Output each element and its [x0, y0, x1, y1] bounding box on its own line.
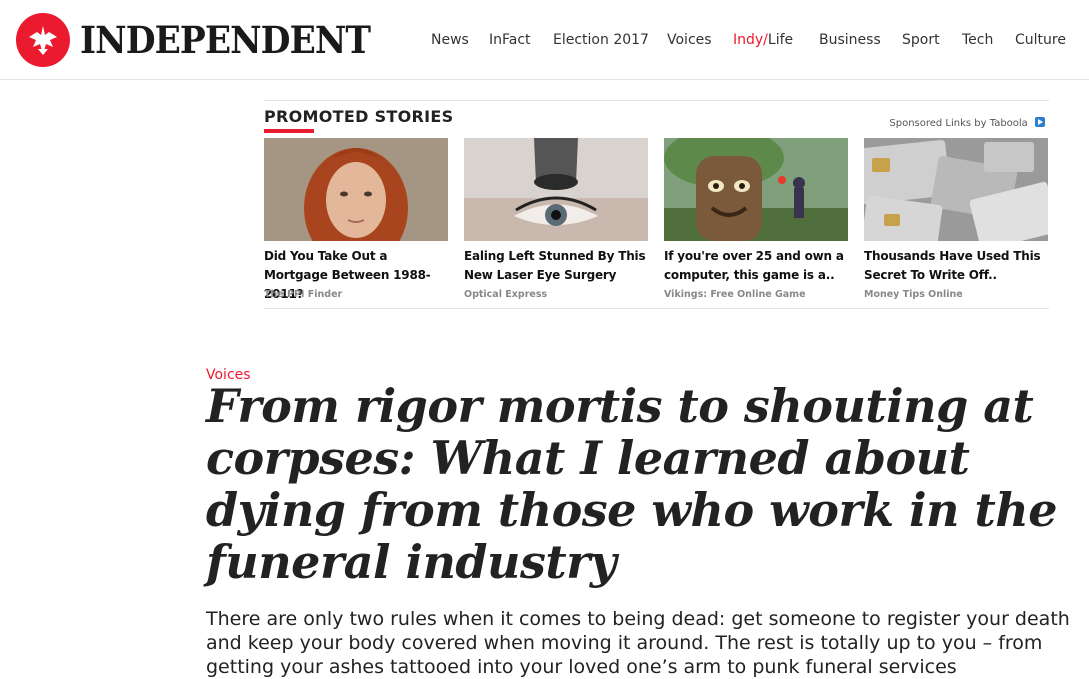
promoted-card[interactable]: Did You Take Out a Mortgage Between 1988…: [264, 138, 448, 303]
card-thumbnail-tree[interactable]: [664, 138, 848, 241]
eagle-icon[interactable]: [16, 13, 70, 67]
card-headline[interactable]: If you're over 25 and own a computer, th…: [664, 247, 852, 285]
nav-sport[interactable]: Sport: [902, 30, 940, 50]
card-thumbnail-credit-cards[interactable]: [864, 138, 1048, 241]
sponsored-label: Sponsored Links by Taboola: [889, 118, 1028, 129]
nav-voices[interactable]: Voices: [667, 30, 712, 50]
nav-life-suffix: Life: [767, 32, 794, 48]
nav-election-2017[interactable]: Election 2017: [553, 30, 649, 50]
promoted-stories-title: PROMOTED STORIES: [264, 107, 454, 126]
site-logo-wordmark[interactable]: INDEPENDENT: [80, 18, 371, 62]
card-source: Optical Express: [464, 289, 548, 300]
nav-culture[interactable]: Culture: [1015, 30, 1066, 50]
card-source: Money Tips Online: [864, 289, 963, 300]
nav-business[interactable]: Business: [819, 30, 881, 50]
card-headline[interactable]: Ealing Left Stunned By This New Laser Ey…: [464, 247, 652, 285]
sponsored-link[interactable]: Sponsored Links by Taboola: [889, 117, 1045, 129]
article-title: From rigor mortis to shouting at corpses…: [206, 379, 1057, 589]
nav-indy-prefix: Indy/: [733, 32, 768, 48]
card-source: Vikings: Free Online Game: [664, 289, 806, 300]
promoted-card[interactable]: Thousands Have Used This Secret To Write…: [864, 138, 1048, 303]
card-source: The PPI Finder: [264, 289, 343, 300]
nav-indy-life[interactable]: Indy/Life: [733, 30, 793, 50]
taboola-icon: [1035, 117, 1045, 127]
card-thumbnail-eye[interactable]: [464, 138, 648, 241]
nav-infact[interactable]: InFact: [489, 30, 531, 50]
promoted-card[interactable]: If you're over 25 and own a computer, th…: [664, 138, 848, 303]
site-header: INDEPENDENT News InFact Election 2017 Vo…: [0, 0, 1089, 80]
promoted-stories: PROMOTED STORIES Sponsored Links by Tabo…: [264, 100, 1049, 309]
nav-news[interactable]: News: [431, 30, 469, 50]
card-thumbnail-woman[interactable]: [264, 138, 448, 241]
nav-tech[interactable]: Tech: [962, 30, 993, 50]
promoted-card[interactable]: Ealing Left Stunned By This New Laser Ey…: [464, 138, 648, 303]
card-headline[interactable]: Thousands Have Used This Secret To Write…: [864, 247, 1052, 285]
promoted-title-underline: [264, 129, 314, 133]
article-standfirst: There are only two rules when it comes t…: [206, 608, 1070, 678]
